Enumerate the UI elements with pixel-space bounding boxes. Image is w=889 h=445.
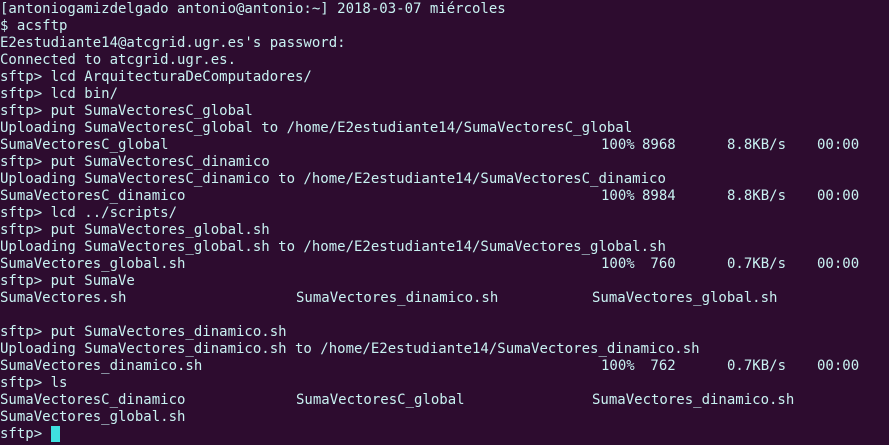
terminal-line: Uploading SumaVectoresC_dinamico to /hom… [0, 171, 889, 188]
file-listing-item: SumaVectores_dinamico.sh [296, 290, 499, 306]
transfer-progress-line: SumaVectoresC_dinamico 100% 8984 8.8KB/s 00:… [0, 188, 889, 205]
transfer-rate: 0.7KB/s [727, 256, 787, 272]
terminal-line-text: sftp> lcd ArquitecturaDeComputadores/ [0, 69, 312, 85]
terminal-line: sftp> lcd ArquitecturaDeComputadores/ [0, 69, 889, 86]
text-cursor[interactable] [50, 426, 60, 442]
file-listing-item: SumaVectores_global.sh [592, 290, 778, 306]
transfer-rate: 0.7KB/s [727, 358, 787, 374]
terminal-line: $ acsftp [0, 18, 889, 35]
terminal-line-text: sftp> put SumaVe [0, 273, 135, 289]
transfer-percent: 100% [601, 137, 635, 153]
terminal-line: sftp> ls [0, 375, 889, 392]
transfer-file-name: SumaVectoresC_dinamico [0, 188, 186, 204]
terminal-line-text: sftp> ls [0, 375, 68, 391]
terminal-line: E2estudiante14@atcgrid.ugr.es's password… [0, 35, 889, 52]
command-prompt-line[interactable]: sftp> [0, 426, 889, 443]
file-listing-item: SumaVectores.sh [0, 290, 127, 306]
file-listing-item: SumaVectores_dinamico.sh [592, 392, 795, 408]
terminal-line-text: SumaVectores_global.sh [0, 409, 186, 425]
terminal-window[interactable]: [antoniogamizdelgado antonio@antonio:~] … [0, 0, 889, 445]
terminal-line-text: sftp> lcd ../scripts/ [0, 205, 178, 221]
transfer-file-name: SumaVectoresC_global [0, 137, 169, 153]
transfer-size: 8984 [642, 188, 676, 204]
transfer-progress-line: SumaVectoresC_global 100% 8968 8.8KB/s 00:00 [0, 137, 889, 154]
terminal-line-text: Uploading SumaVectoresC_dinamico to /hom… [0, 171, 666, 187]
transfer-percent: 100% [601, 188, 635, 204]
terminal-line: Uploading SumaVectores_dinamico.sh to /h… [0, 341, 889, 358]
transfer-time: 00:00 [817, 358, 860, 374]
terminal-line: Uploading SumaVectoresC_global to /home/… [0, 120, 889, 137]
terminal-line: SumaVectores_global.sh [0, 409, 889, 426]
transfer-file-name: SumaVectores_dinamico.sh [0, 358, 203, 374]
terminal-line-text: E2estudiante14@atcgrid.ugr.es's password… [0, 35, 346, 51]
terminal-line-text: Connected to atcgrid.ugr.es. [0, 52, 237, 68]
terminal-line-text: [antoniogamizdelgado antonio@antonio:~] … [0, 1, 506, 17]
transfer-time: 00:00 [817, 188, 860, 204]
terminal-line: [antoniogamizdelgado antonio@antonio:~] … [0, 1, 889, 18]
transfer-rate: 8.8KB/s [727, 188, 787, 204]
transfer-time: 00:00 [817, 137, 860, 153]
sftp-prompt: sftp> [0, 426, 51, 442]
terminal-line: sftp> put SumaVectoresC_global [0, 103, 889, 120]
transfer-percent: 100% [601, 256, 635, 272]
terminal-line-text: sftp> put SumaVectores_global.sh [0, 222, 270, 238]
terminal-line: sftp> put SumaVe [0, 273, 889, 290]
terminal-line: sftp> put SumaVectores_global.sh [0, 222, 889, 239]
terminal-line: Connected to atcgrid.ugr.es. [0, 52, 889, 69]
terminal-line-text: sftp> put SumaVectoresC_dinamico [0, 154, 270, 170]
terminal-line-text: $ acsftp [0, 18, 68, 34]
transfer-percent: 100% [601, 358, 635, 374]
terminal-line: sftp> lcd bin/ [0, 86, 889, 103]
transfer-time: 00:00 [817, 256, 860, 272]
transfer-file-name: SumaVectores_global.sh [0, 256, 186, 272]
terminal-line-text: sftp> lcd bin/ [0, 86, 119, 102]
terminal-line-text: sftp> put SumaVectores_dinamico.sh [0, 324, 287, 340]
file-listing-item: SumaVectoresC_dinamico [0, 392, 186, 408]
terminal-line-text: sftp> put SumaVectoresC_global [0, 103, 253, 119]
transfer-size: 762 [642, 358, 676, 374]
transfer-size: 760 [642, 256, 676, 272]
terminal-line-text: Uploading SumaVectores_global.sh to /hom… [0, 239, 666, 255]
terminal-line: Uploading SumaVectores_global.sh to /hom… [0, 239, 889, 256]
file-listing-line: SumaVectores.sh SumaVectores_dinamico.sh S… [0, 290, 889, 307]
terminal-line-text: Uploading SumaVectores_dinamico.sh to /h… [0, 341, 700, 357]
transfer-progress-line: SumaVectores_dinamico.sh 100% 762 0.7KB/s 0… [0, 358, 889, 375]
terminal-line: sftp> lcd ../scripts/ [0, 205, 889, 222]
transfer-rate: 8.8KB/s [727, 137, 787, 153]
transfer-size: 8968 [642, 137, 676, 153]
file-listing-line: SumaVectoresC_dinamico SumaVectoresC_glob… [0, 392, 889, 409]
transfer-progress-line: SumaVectores_global.sh 100% 760 0.7KB/s 00:… [0, 256, 889, 273]
terminal-line: sftp> put SumaVectores_dinamico.sh [0, 324, 889, 341]
terminal-line: sftp> put SumaVectoresC_dinamico [0, 154, 889, 171]
terminal-line-text: Uploading SumaVectoresC_global to /home/… [0, 120, 633, 136]
file-listing-item: SumaVectoresC_global [296, 392, 465, 408]
